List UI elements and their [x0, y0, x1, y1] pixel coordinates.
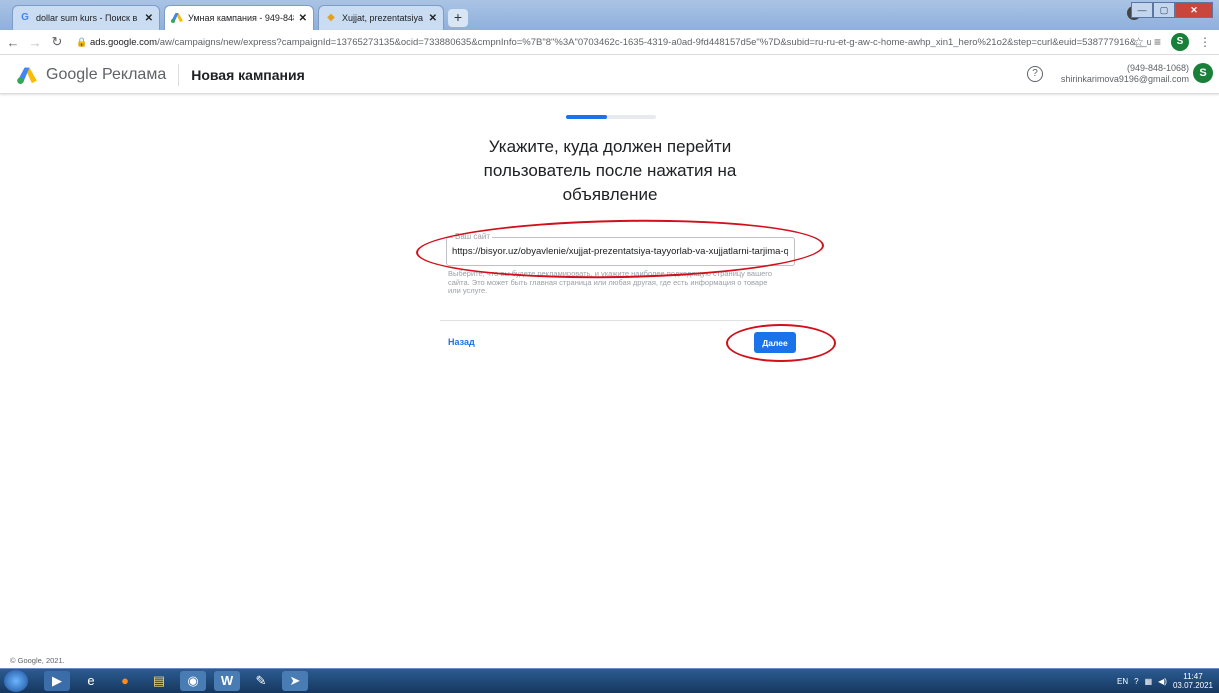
forward-arrow-icon[interactable]: →	[26, 35, 44, 50]
tab-google-ads[interactable]: Умная кампания - 949-848-106 ✕	[164, 5, 314, 30]
telegram-icon[interactable]: ➤	[282, 671, 308, 691]
heading-line: пользователь после нажатия на	[483, 161, 737, 180]
tab-bisyor[interactable]: ◆ Xujjat, prezentatsiya tayyorlab va ✕	[318, 5, 444, 30]
footer-copyright: © Google, 2021.	[10, 656, 65, 665]
account-avatar[interactable]: S	[1193, 63, 1213, 83]
internet-explorer-icon[interactable]: e	[78, 671, 104, 691]
heading-line: Укажите, куда должен перейти	[488, 137, 732, 156]
help-icon[interactable]: ?	[1027, 66, 1043, 82]
back-arrow-icon[interactable]: ←	[4, 35, 22, 50]
windows-taskbar: ▶ e ● ▤ ◉ W ✎ ➤ EN ? ▦ ◀) 11:47 03.07.20…	[0, 668, 1219, 693]
maximize-icon[interactable]: ▢	[1153, 2, 1175, 18]
tab-google-search[interactable]: G dollar sum kurs - Поиск в Googl ✕	[12, 5, 160, 30]
volume-icon[interactable]: ◀)	[1158, 677, 1167, 686]
system-tray: EN ? ▦ ◀) 11:47 03.07.2021	[1117, 672, 1213, 690]
minimize-icon[interactable]: —	[1131, 2, 1153, 18]
chrome-icon[interactable]: ◉	[180, 671, 206, 691]
account-phone: (949-848-1068)	[1126, 63, 1189, 73]
language-indicator[interactable]: EN	[1117, 677, 1128, 686]
close-window-icon[interactable]: ✕	[1175, 2, 1213, 18]
network-icon[interactable]: ▦	[1145, 677, 1153, 686]
url-path: /aw/campaigns/new/express?campaignId=137…	[157, 36, 1151, 48]
new-tab-button[interactable]: +	[448, 9, 468, 27]
paint-icon[interactable]: ✎	[248, 671, 274, 691]
tab-title: Умная кампания - 949-848-106	[188, 13, 294, 23]
brand-name: Google Реклама	[46, 65, 167, 83]
google-g-icon: G	[21, 12, 29, 23]
explorer-folder-icon[interactable]: ▤	[146, 671, 172, 691]
word-icon[interactable]: W	[214, 671, 240, 691]
more-menu-icon[interactable]: ⋮	[1199, 35, 1211, 49]
browser-tab-strip: G dollar sum kurs - Поиск в Googl ✕ Умна…	[0, 0, 1219, 30]
step-heading: Укажите, куда должен перейти пользовател…	[460, 135, 760, 207]
window-controls: — ▢ ✕	[1131, 2, 1213, 18]
close-tab-icon[interactable]: ✕	[299, 13, 307, 24]
account-info[interactable]: (949-848-1068) shirinkarimova9196@gmail.…	[1061, 63, 1189, 85]
step-progress-fill	[566, 115, 607, 119]
tab-title: dollar sum kurs - Поиск в Googl	[36, 13, 140, 23]
reading-list-icon[interactable]: ≡	[1154, 35, 1161, 49]
clock[interactable]: 11:47 03.07.2021	[1173, 672, 1213, 690]
lock-icon: 🔒	[76, 36, 88, 47]
account-email: shirinkarimova9196@gmail.com	[1060, 74, 1189, 84]
clock-date: 03.07.2021	[1172, 681, 1213, 690]
clock-time: 11:47	[1183, 672, 1203, 681]
google-ads-icon	[171, 12, 183, 24]
next-button[interactable]: Далее	[754, 332, 796, 353]
close-tab-icon[interactable]: ✕	[145, 13, 153, 24]
star-icon[interactable]: ☆	[1133, 35, 1144, 49]
avatar[interactable]: S	[1171, 33, 1189, 51]
website-field: Ваш сайт	[446, 232, 795, 266]
site-favicon-icon: ◆	[327, 12, 335, 23]
actions-divider	[440, 320, 803, 321]
heading-line: объявление	[562, 185, 658, 204]
google-ads-logo-icon[interactable]	[16, 66, 38, 84]
url-host: ads.google.com	[90, 36, 158, 48]
close-tab-icon[interactable]: ✕	[429, 13, 437, 24]
address-bar-row: ← → ↻ 🔒 ads.google.com /aw/campaigns/new…	[0, 30, 1219, 55]
page-title: Новая кампания	[191, 66, 305, 83]
ads-header: Google Реклама Новая кампания ? (949-848…	[0, 56, 1219, 94]
url-field[interactable]: 🔒 ads.google.com /aw/campaigns/new/expre…	[76, 37, 1151, 48]
help-tray-icon[interactable]: ?	[1134, 677, 1138, 686]
website-hint: Выберите, что вы будете рекламировать, и…	[448, 269, 773, 295]
tab-title: Xujjat, prezentatsiya tayyorlab va	[342, 13, 424, 23]
step-progress	[566, 115, 656, 119]
firefox-icon[interactable]: ●	[112, 671, 138, 691]
start-button[interactable]	[4, 670, 28, 692]
media-player-icon[interactable]: ▶	[44, 671, 70, 691]
website-url-input[interactable]	[452, 238, 788, 265]
reload-icon[interactable]: ↻	[48, 34, 66, 50]
back-button[interactable]: Назад	[448, 337, 475, 347]
header-divider	[178, 63, 180, 86]
